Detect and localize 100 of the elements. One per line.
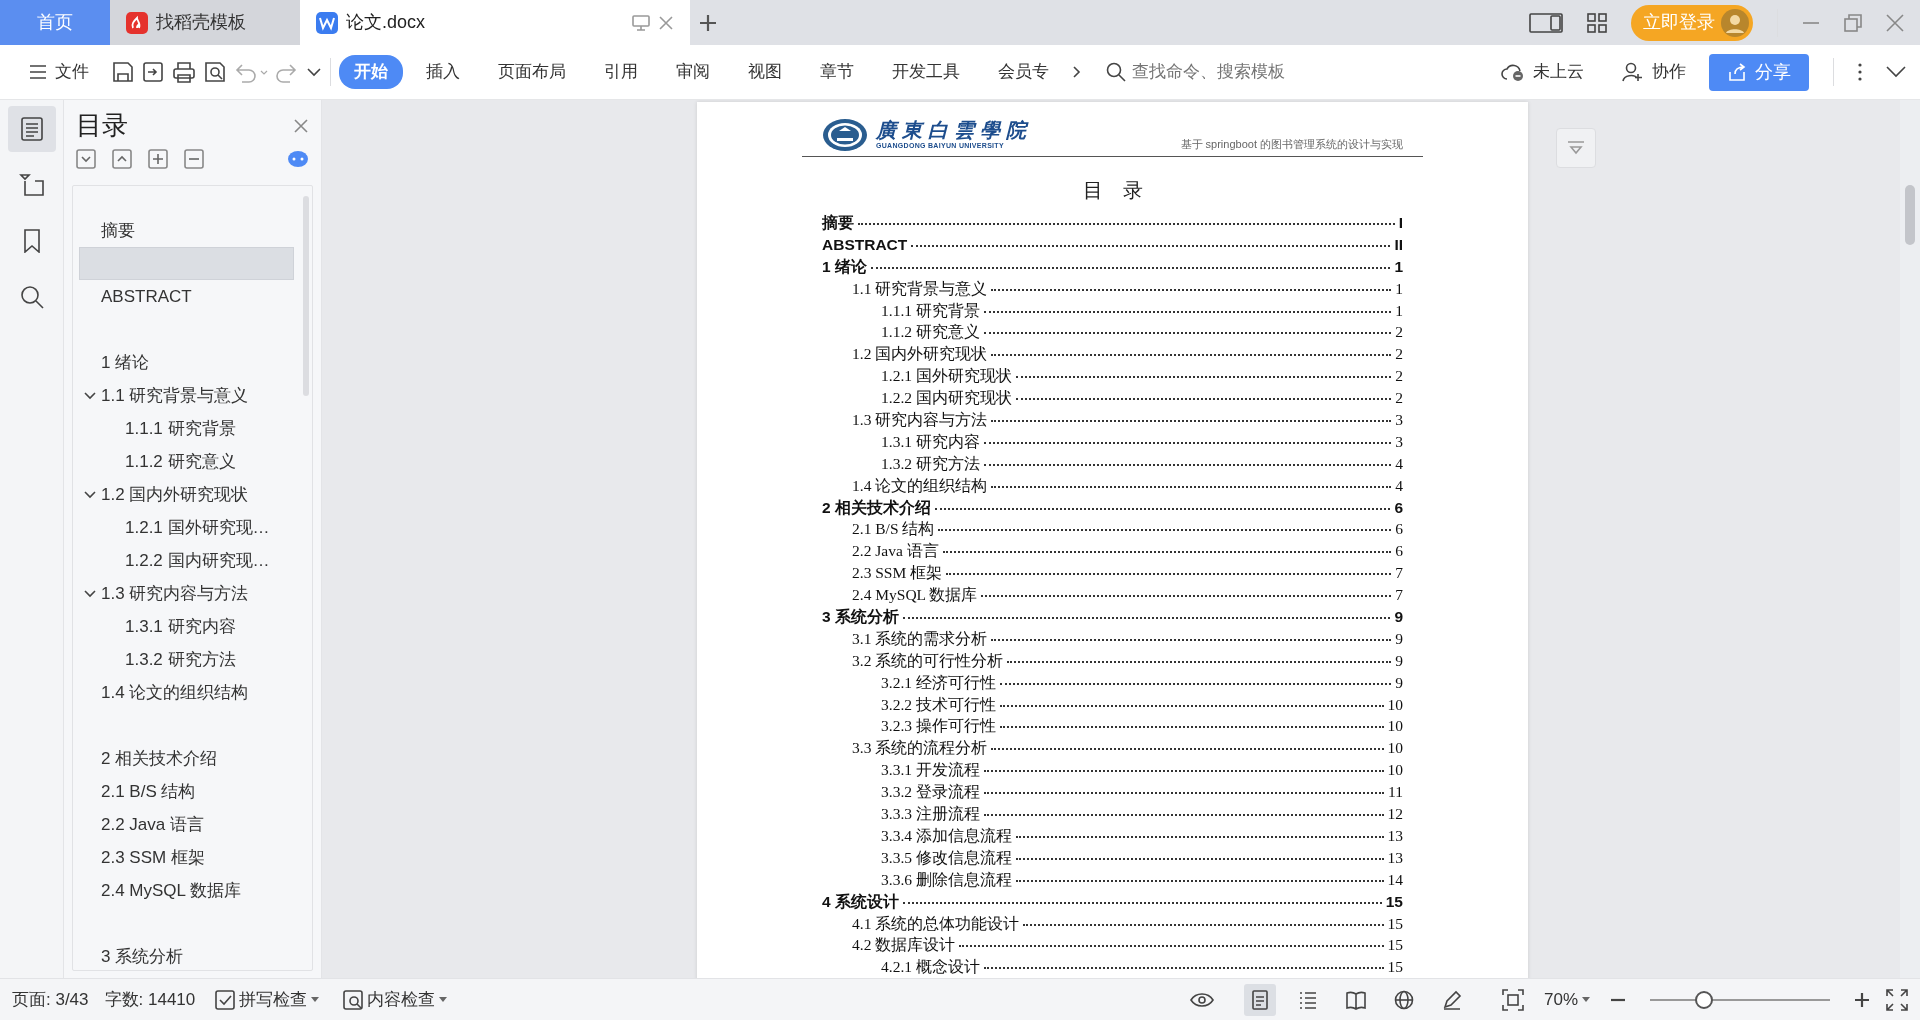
outline-item[interactable]: 2.1 B/S 结构 [101,775,312,808]
outline-view-button[interactable] [7,106,56,152]
toc-entry[interactable]: 1.1.2 研究意义 [881,320,980,344]
outline-item[interactable]: 1.1 研究背景与意义 [101,379,312,412]
toc-entry[interactable]: 1.1.1 研究背景 [881,298,980,322]
toc-entry[interactable]: 4.2 数据库设计 [852,933,956,957]
ribbon-tab[interactable]: 审阅 [661,55,725,89]
outline-item[interactable]: 1.4 论文的组织结构 [101,676,312,709]
toc-entry[interactable]: 3 系统分析 [822,605,899,629]
more-icon[interactable] [1856,62,1864,82]
view-mode-button[interactable] [1243,983,1276,1016]
scrollbar-thumb[interactable] [303,196,309,396]
ribbon-tab[interactable]: 开发工具 [877,55,975,89]
toc-entry[interactable]: 1.3 研究内容与方法 [852,408,988,432]
content-check-button[interactable]: 内容检查 [339,984,452,1015]
slider-thumb[interactable] [1695,990,1713,1009]
plus-icon[interactable] [698,12,718,33]
toc-entry[interactable]: 2.2 Java 语言 [852,539,939,563]
word-count[interactable]: 字数: 14410 [104,986,196,1013]
scrollbar-thumb[interactable] [1905,185,1915,245]
toc-entry[interactable]: ABSTRACT [822,232,908,257]
toc-entry[interactable]: 3.2.3 操作可行性 [881,714,996,738]
close-icon[interactable] [1886,13,1904,32]
toc-entry[interactable]: 3.3 系统的流程分析 [852,736,988,760]
toc-entry[interactable]: 4.1 系统的总体功能设计 [852,911,1020,935]
outline-item[interactable]: 摘要 [101,214,312,247]
outline-item[interactable]: 1.1.2 研究意义 [125,445,312,478]
plus-icon[interactable] [148,149,168,169]
ribbon-tab[interactable]: 会员专 [983,55,1064,89]
collaborate-button[interactable]: 协作 [1607,55,1701,89]
collapse-icon[interactable] [76,149,96,169]
outline-item[interactable]: 1.1.1 研究背景 [125,412,312,445]
toc-entry[interactable]: 2.4 MySQL 数据库 [852,583,978,607]
ribbon-tab[interactable]: 页面布局 [483,55,581,89]
toc-entry[interactable]: 4 系统设计 [822,889,899,913]
toc-entry[interactable]: 1.4 论文的组织结构 [852,473,988,497]
toc-entry[interactable]: 2.3 SSM 框架 [852,561,943,585]
outline-item[interactable]: 2.4 MySQL 数据库 [101,874,312,907]
vertical-scrollbar[interactable] [1900,100,1920,978]
toc-entry[interactable]: 3.3.4 添加信息流程 [881,823,1012,848]
print-preview-icon[interactable] [204,61,226,83]
monitor-icon[interactable] [632,14,650,31]
toc-entry[interactable]: 3.2.2 技术可行性 [881,692,996,716]
toc-entry[interactable]: 3.3.5 修改信息流程 [881,845,1012,870]
toc-entry[interactable]: 3.3.6 删除信息流程 [881,867,1012,891]
toc-entry[interactable]: 1.3.2 研究方法 [881,451,980,476]
outline-item[interactable]: 3 系统分析 [101,940,312,970]
spell-check-button[interactable]: 拼写检查 [211,984,324,1015]
outline-item[interactable]: 1 绪论 [101,346,312,379]
toc-entry[interactable]: 摘要 [822,211,854,235]
fullscreen-icon[interactable] [1886,988,1908,1011]
tablet-icon[interactable] [1529,12,1563,33]
save-icon[interactable] [112,61,134,83]
window-tab[interactable]: 找稻壳模板 [110,0,300,45]
close-icon[interactable] [293,117,309,134]
restore-icon[interactable] [1844,13,1862,32]
outline-item[interactable]: ABSTRACT [101,280,312,313]
chevron-down-icon[interactable] [1886,66,1906,78]
zoom-in-icon[interactable] [1854,991,1870,1008]
expand-icon[interactable] [112,149,132,169]
toc-entry[interactable]: 3.2.1 经济可行性 [881,670,996,694]
outline-item[interactable]: 1.3.1 研究内容 [125,610,312,643]
zoom-dropdown[interactable]: 70% [1539,984,1594,1015]
outline-item[interactable]: 2 相关技术介绍 [101,742,312,775]
outline-item[interactable]: 2.2 Java 语言 [101,808,312,841]
close-icon[interactable] [658,14,674,31]
window-tab[interactable]: 论文.docx [300,0,690,45]
toc-entry[interactable]: 3.2 系统的可行性分析 [852,648,1004,673]
toc-entry[interactable]: 3.3.3 注册流程 [881,802,980,826]
outline-item[interactable]: 1.2.1 国外研究现… [125,511,312,544]
toc-entry[interactable]: 1.2.1 国外研究现状 [881,364,1012,388]
toc-entry[interactable]: 1.3.1 研究内容 [881,429,980,454]
toc-entry[interactable]: 1 绪论 [822,254,867,279]
page-count[interactable]: 页面: 3/43 [12,986,89,1013]
chevron-right-icon[interactable] [1072,65,1082,79]
outline-item[interactable]: 1.2 国内外研究现状 [101,478,312,511]
toc-entry[interactable]: 1.2 国内外研究现状 [852,342,988,366]
minus-icon[interactable] [184,149,204,169]
toc-entry[interactable]: 3.1 系统的需求分析 [852,626,988,651]
print-icon[interactable] [172,61,196,83]
toc-entry[interactable]: 2.1 B/S 结构 [852,517,935,541]
fit-page-icon[interactable] [1501,988,1524,1011]
toc-entry[interactable]: 1.2.2 国内研究现状 [881,386,1012,410]
outline-item[interactable]: 1.3.2 研究方法 [125,643,312,676]
toc-entry[interactable]: 2 相关技术介绍 [822,495,931,519]
toc-entry[interactable]: 3.3.2 登录流程 [881,780,980,804]
toc-entry[interactable]: 3.3.1 开发流程 [881,758,980,782]
ribbon-tab[interactable]: 章节 [805,55,869,89]
eye-icon[interactable] [1189,990,1214,1009]
outline-item[interactable]: 1.2.2 国内研究现… [125,544,312,577]
toc-entry[interactable]: 4.2.1 概念设计 [881,955,980,978]
outline-item[interactable]: 2.3 SSM 框架 [101,841,312,874]
toc-entry[interactable]: 1.1 研究背景与意义 [852,276,988,300]
export-icon[interactable] [142,61,164,83]
outline-item[interactable]: 1.3 研究内容与方法 [101,577,312,610]
ribbon-tab[interactable]: 引用 [589,55,653,89]
grid-icon[interactable] [1587,12,1607,33]
assistant-icon[interactable] [287,150,309,168]
search-field[interactable]: 查找命令、搜索模板 [1106,58,1320,86]
cloud-status-button[interactable]: 未上云 [1486,55,1599,89]
